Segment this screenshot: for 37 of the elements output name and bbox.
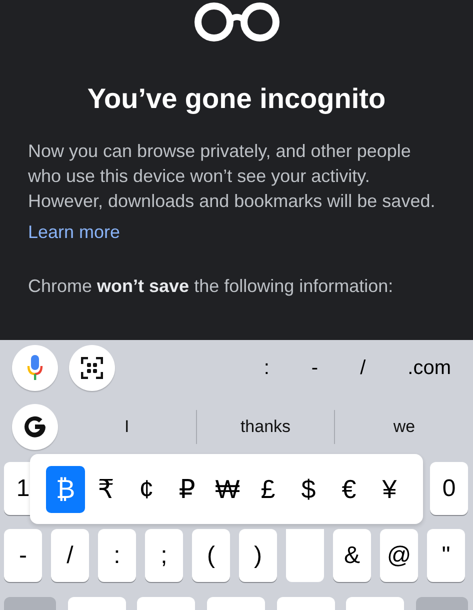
shortcut-key[interactable]: : [264, 352, 270, 384]
shortcut-key[interactable]: - [311, 352, 318, 384]
keyboard-key[interactable]: " [427, 529, 465, 582]
g-logo-icon [22, 414, 48, 440]
word-suggestion[interactable]: thanks [196, 417, 334, 437]
keyboard-key[interactable]: ; [145, 529, 183, 582]
keyboard-key[interactable]: ( [192, 529, 230, 582]
shortcut-key[interactable]: .com [408, 352, 451, 384]
word-suggestion[interactable]: I [58, 417, 196, 437]
keyboard-key[interactable]: & [333, 529, 371, 582]
scan-icon [81, 357, 103, 379]
keyboard-key[interactable]: / [51, 529, 89, 582]
currency-option[interactable]: £ [248, 466, 288, 512]
microphone-button[interactable] [12, 345, 58, 391]
description-text: Now you can browse privately, and other people who use this device won’t see your activity. However, downloads and bookmarks will be saved. [28, 140, 436, 213]
currency-option[interactable]: ¥ [370, 466, 409, 512]
learn-more-link[interactable]: Learn more [28, 222, 120, 243]
currency-option[interactable]: ₽ [168, 466, 206, 512]
google-button[interactable] [12, 404, 58, 450]
page-title: You’ve gone incognito [86, 83, 387, 115]
shortcut-key[interactable]: / [360, 352, 366, 384]
keyboard-key[interactable]: : [98, 529, 136, 582]
scan-button[interactable] [69, 345, 115, 391]
info-text: Chrome won’t save the following information: [28, 276, 394, 297]
keyboard-key[interactable]: 0 [430, 462, 468, 515]
keyboard-key[interactable]: @ [380, 529, 418, 582]
currency-option[interactable]: ₹ [86, 466, 126, 512]
currency-option[interactable]: $ [289, 466, 328, 512]
microphone-icon [27, 355, 43, 381]
currency-option[interactable]: € [330, 466, 368, 512]
word-suggestion[interactable]: we [335, 417, 473, 437]
currency-option[interactable]: ₩ [208, 466, 247, 512]
currency-option[interactable]: ¢ [127, 466, 166, 512]
keyboard-key[interactable]: - [4, 529, 42, 582]
currency-option[interactable]: ₿ [46, 466, 85, 512]
keyboard-key[interactable]: ) [239, 529, 277, 582]
popup-stem [286, 529, 324, 582]
